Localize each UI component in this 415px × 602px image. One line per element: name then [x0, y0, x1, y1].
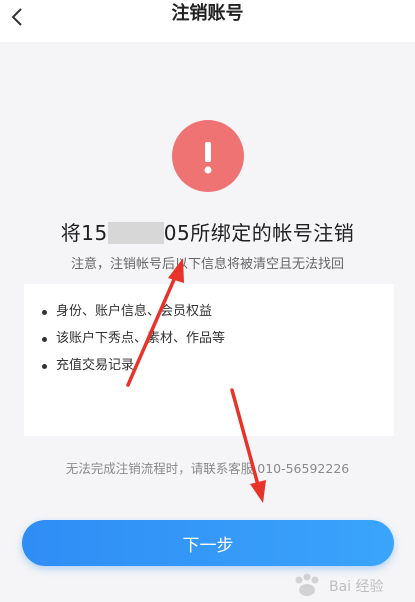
contact-info: 无法完成注销流程时，请联系客服 010-56592226 [65, 461, 350, 476]
list-item-label: 充值交易记录 [56, 358, 135, 373]
watermark: Bai 经验 [289, 572, 409, 598]
list-item: 身份、账户信息、会员权益 [42, 302, 394, 329]
bullet-icon [42, 310, 47, 315]
exclamation-icon [204, 142, 212, 174]
info-card: 身份、账户信息、会员权益 该账户下秀点、素材、作品等 充值交易记录 [24, 284, 394, 436]
next-step-button[interactable]: 下一步 [22, 520, 394, 566]
list-item-label: 该账户下秀点、素材、作品等 [56, 331, 226, 346]
list-item-label: 身份、账户信息、会员权益 [56, 304, 213, 319]
warning-badge [172, 120, 244, 192]
list-item: 该账户下秀点、素材、作品等 [42, 329, 394, 356]
headline-suffix: 05所绑定的帐号注销 [163, 221, 355, 245]
bullet-icon [42, 364, 47, 369]
bullet-icon [42, 337, 47, 342]
list-item: 充值交易记录 [42, 356, 394, 383]
watermark-text: Bai 经验 [329, 579, 384, 595]
page-title: 注销账号 [171, 3, 244, 24]
headline-prefix: 将15 [60, 221, 108, 245]
headline: 将15 05所绑定的帐号注销 [0, 217, 415, 246]
masked-phone-digits [107, 222, 164, 244]
nav-bar: 注销账号 [0, 0, 415, 42]
cleared-items-list: 身份、账户信息、会员权益 该账户下秀点、素材、作品等 充值交易记录 [24, 284, 394, 383]
paw-logo-icon [295, 573, 319, 596]
warning-note: 注意，注销帐号后以下信息将被清空且无法找回 [70, 257, 344, 272]
